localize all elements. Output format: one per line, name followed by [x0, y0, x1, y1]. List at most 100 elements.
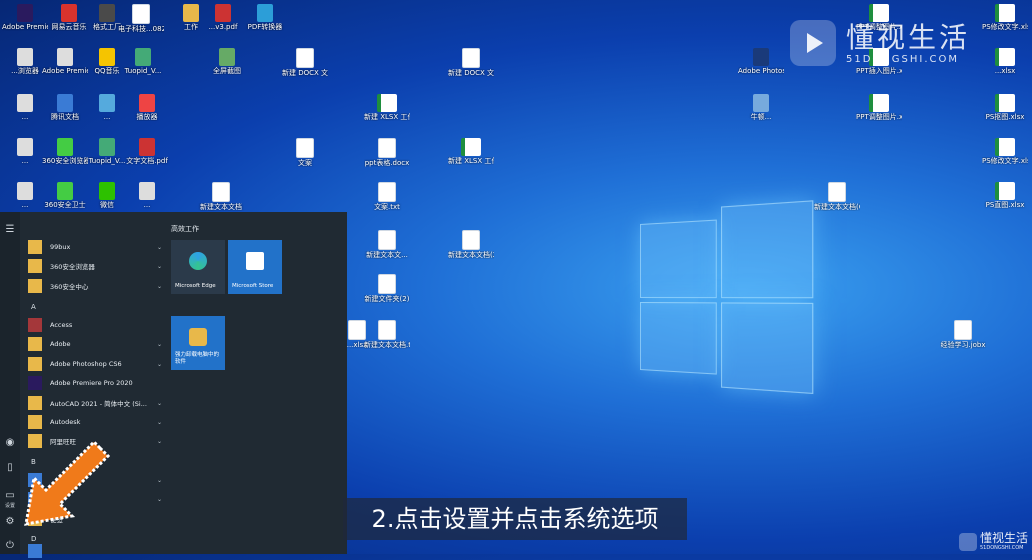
file-icon: [377, 94, 397, 112]
desktop-icon-label: PPT调整图片.xlsx: [856, 113, 902, 121]
desktop-icon-label: Tuopid_V...: [124, 67, 162, 75]
file-icon: [462, 230, 480, 250]
desktop-icon[interactable]: 电子科技...082...: [118, 4, 164, 33]
desktop-icon[interactable]: Tuopid_V...: [120, 48, 166, 75]
desktop-icon[interactable]: 播放器: [124, 94, 170, 121]
file-icon: [99, 182, 115, 200]
desktop-icon-label: 经验学习.jobx: [940, 341, 986, 349]
app-list-item[interactable]: Access: [28, 316, 162, 334]
desktop-icon[interactable]: 文字文档.pdf: [124, 138, 170, 165]
app-list-item[interactable]: 99bux ⌄: [28, 238, 162, 256]
desktop-icon[interactable]: 腾讯文档: [42, 94, 88, 121]
play-logo-icon: [958, 532, 977, 551]
tile-label: Microsoft Store: [232, 283, 274, 289]
start-tile[interactable]: Microsoft Store: [228, 240, 282, 294]
desktop-icon-label: ...xlsx: [994, 67, 1016, 75]
file-icon: [462, 48, 480, 68]
file-icon: [139, 94, 155, 112]
app-list-item[interactable]: Adobe Premiere Pro 2020: [28, 374, 162, 392]
desktop-icon[interactable]: PS直图.xlsx: [982, 182, 1028, 209]
desktop-icon[interactable]: PPT调整图片.xlsx: [856, 94, 902, 121]
chevron-down-icon: ⌄: [156, 399, 162, 407]
desktop-icon-label: 新建文本文档(2).txt: [448, 251, 494, 259]
desktop-icon[interactable]: 文案: [282, 138, 328, 167]
desktop-icon[interactable]: ...v3.pdf: [200, 4, 246, 31]
file-icon: [99, 94, 115, 112]
file-icon: [378, 138, 396, 158]
file-icon: [954, 320, 972, 340]
file-icon: [99, 138, 115, 156]
app-list-item[interactable]: Autodesk ⌄: [28, 413, 162, 431]
desktop-icon-label: ...v3.pdf: [208, 23, 238, 31]
desktop-icon[interactable]: 牛顿...: [738, 94, 784, 121]
desktop-icon-label: 新建文本文...: [366, 251, 408, 259]
desktop-icon[interactable]: ...xlsx: [982, 48, 1028, 75]
desktop-icon-label: 新建 DOCX 文档(2).d...: [448, 69, 494, 77]
desktop-icon[interactable]: 经验学习.jobx: [940, 320, 986, 349]
app-list-item[interactable]: Adobe ⌄: [28, 335, 162, 353]
desktop-icon[interactable]: 全屏截图: [204, 48, 250, 75]
desktop-icon[interactable]: 新建文本文档: [198, 182, 244, 211]
desktop-icon[interactable]: 360安全卫士: [42, 182, 88, 209]
user-icon[interactable]: ◉: [4, 437, 16, 449]
desktop-icon[interactable]: 新建 DOCX 文档.docx: [282, 48, 328, 77]
desktop-icon[interactable]: PS修改文字.xlsx: [982, 4, 1028, 31]
desktop-icon[interactable]: PS抠图.xlsx: [982, 94, 1028, 121]
desktop-icon[interactable]: 新建文本文档.txt: [364, 320, 410, 349]
desktop-icon-label: 360安全卫士: [44, 201, 86, 209]
app-list-item[interactable]: 360安全浏览器 ⌄: [28, 257, 162, 275]
file-icon: [995, 182, 1015, 200]
settings-icon[interactable]: ⚙: [4, 516, 16, 528]
app-list-item[interactable]: 360安全中心 ⌄: [28, 277, 162, 295]
file-icon: [99, 48, 115, 66]
app-list-item[interactable]: Adobe Photoshop CS6 ⌄: [28, 355, 162, 373]
desktop-icon[interactable]: 新建文本文档(2).txt: [448, 230, 494, 259]
start-tile[interactable]: 强力卸载电脑中的软件: [171, 316, 225, 370]
file-icon: [378, 274, 396, 294]
desktop-icon[interactable]: PDF转换器: [242, 4, 288, 31]
desktop-icon[interactable]: 新建文本文...: [364, 230, 410, 259]
start-menu-rail: ☰ ◉ ▯ ▭ ⚙ ⏻ 设置: [0, 212, 20, 554]
file-icon: [17, 94, 33, 112]
hamburger-icon[interactable]: ☰: [4, 224, 16, 236]
desktop-icon[interactable]: 新建 XLSX 工作表.xlsx: [448, 138, 494, 165]
watermark-top: 懂视生活 51DONGSHI.COM: [790, 20, 970, 66]
desktop-icon-label: Adobe Photosh...: [738, 67, 784, 75]
tutorial-caption: 2.点击设置并点击系统选项: [343, 498, 687, 540]
file-icon: [753, 48, 769, 66]
desktop-icon[interactable]: 新建 DOCX 文档(2).d...: [448, 48, 494, 77]
windows-logo-wallpaper: [640, 200, 814, 395]
desktop-icon[interactable]: ...: [124, 182, 170, 209]
power-icon[interactable]: ⏻: [4, 540, 16, 552]
file-icon: [57, 138, 73, 156]
desktop-icon[interactable]: PS修改文字.xlsx: [982, 138, 1028, 165]
file-icon: [753, 94, 769, 112]
app-group-letter[interactable]: A: [31, 303, 36, 311]
app-name: 360安全中心: [50, 283, 89, 291]
desktop-icon[interactable]: Adobe Photosh...: [738, 48, 784, 75]
desktop-icon[interactable]: 新建 XLSX 工作表.x...: [364, 94, 410, 121]
watermark-bottom: 懂视生活 51DONGSHI.COM: [958, 532, 1028, 551]
file-icon: [17, 4, 33, 22]
file-icon: [61, 4, 77, 22]
desktop-icon[interactable]: Adobe Premie...: [2, 4, 48, 31]
start-tile[interactable]: Microsoft Edge: [171, 240, 225, 294]
desktop-icon[interactable]: Adobe Premie...: [42, 48, 88, 75]
desktop-icon[interactable]: 新建文件夹(2): [364, 274, 410, 303]
desktop-icon-label: 新建文件夹(2): [364, 295, 410, 303]
app-list-item[interactable]: [28, 542, 162, 560]
folder-icon: [28, 240, 42, 254]
desktop-icon[interactable]: 新建文本文档(6).txt: [814, 182, 860, 211]
app-list-item[interactable]: AutoCAD 2021 - 简体中文 (Si... ⌄: [28, 394, 162, 412]
file-icon: [139, 182, 155, 200]
chevron-down-icon: ⌄: [156, 340, 162, 348]
document-icon[interactable]: ▯: [4, 462, 16, 474]
desktop-icon[interactable]: ppt表格.docx: [364, 138, 410, 167]
desktop-icon[interactable]: 文案.txt: [364, 182, 410, 211]
desktop-icon[interactable]: 360安全浏览器: [42, 138, 88, 165]
chevron-down-icon: ⌄: [156, 418, 162, 426]
chevron-down-icon: ⌄: [156, 437, 162, 445]
desktop-icon-label: ppt表格.docx: [364, 159, 410, 167]
store-icon: [246, 252, 264, 270]
chevron-down-icon: ⌄: [156, 495, 162, 503]
